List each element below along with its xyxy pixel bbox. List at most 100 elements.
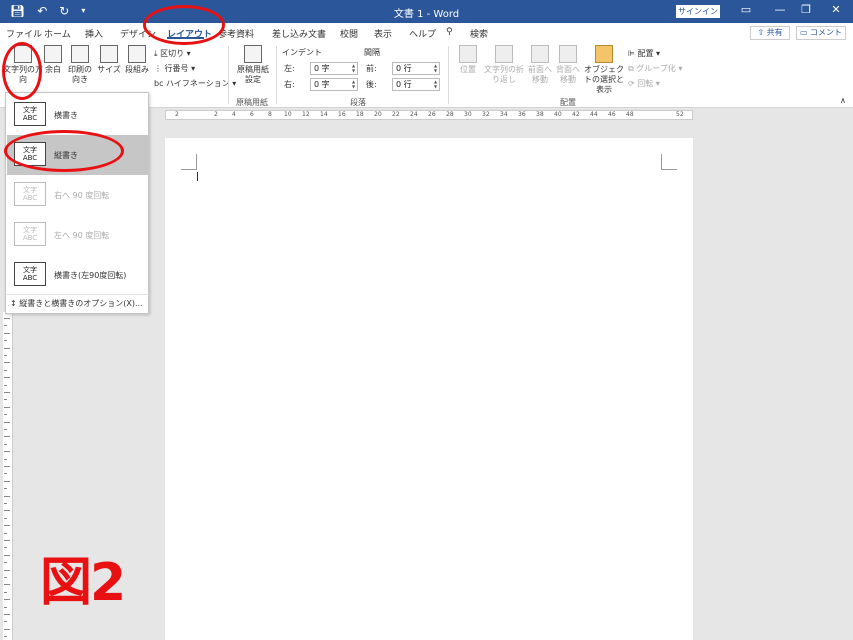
- vertical-ruler-tick: [4, 347, 10, 349]
- tab-insert[interactable]: 挿入: [85, 27, 103, 40]
- vertical-ruler-tick: [4, 421, 10, 423]
- align-icon: ⊫: [628, 49, 638, 58]
- ruler-tick: 28: [446, 111, 454, 118]
- indent-left-input[interactable]: 0 字: [310, 62, 358, 75]
- rotate-button[interactable]: ⟳ 回転 ▾: [628, 78, 660, 89]
- ruler-tick: 6: [250, 111, 254, 118]
- ruler-tick: 38: [536, 111, 544, 118]
- ruler-tick: 24: [410, 111, 418, 118]
- vertical-ruler-tick: [4, 517, 7, 519]
- vertical-ruler-tick: [4, 569, 10, 571]
- vertical-ruler-tick: [4, 503, 7, 504]
- ruler-tick: 8: [268, 111, 272, 118]
- spacing-header: 間隔: [364, 48, 380, 57]
- menu-item-rotate-left[interactable]: 文字 ABC 左へ 90 度回転: [7, 215, 149, 255]
- spacing-after-input[interactable]: 0 行: [392, 78, 440, 91]
- rotate-label: 回転: [637, 79, 654, 88]
- size-button[interactable]: サイズ: [96, 45, 122, 75]
- horizontal-ruler[interactable]: 2 2 4 6 8 10 12 14 16 18 20 22 24 26 28 …: [165, 110, 693, 120]
- text-direction-options-link[interactable]: ↕ 縦書きと横書きのオプション(X)...: [10, 298, 143, 309]
- orientation-label: 印刷の向き: [68, 65, 92, 84]
- position-button[interactable]: 位置: [456, 45, 480, 75]
- close-icon[interactable]: ✕: [826, 3, 846, 16]
- tab-home[interactable]: ホーム: [44, 27, 71, 40]
- horizontal-rotated-text-icon: 文字 ABC: [14, 262, 46, 286]
- restore-icon[interactable]: ❐: [796, 3, 816, 16]
- tab-help[interactable]: ヘルプ: [409, 27, 436, 40]
- arrange-group-label: 配置: [560, 98, 576, 107]
- vertical-ruler-tick: [4, 406, 10, 408]
- menu-item-label: 横書き(左90度回転): [54, 271, 127, 280]
- search-icon[interactable]: ⚲: [446, 27, 453, 37]
- menu-item-horizontal-rotated[interactable]: 文字 ABC 横書き(左90度回転): [7, 255, 149, 295]
- hyphenation-label: ハイフネーション: [166, 79, 230, 88]
- ruler-tick: 16: [338, 111, 346, 118]
- breaks-button[interactable]: ⤓ 区切り ▾: [154, 48, 191, 59]
- orientation-button[interactable]: 印刷の向き: [66, 45, 94, 85]
- hyphenation-button[interactable]: bc ハイフネーション ▾: [154, 78, 236, 89]
- vertical-ruler-tick: [4, 436, 10, 438]
- vertical-ruler-tick: [4, 340, 7, 342]
- tab-review[interactable]: 校閲: [340, 27, 358, 40]
- vertical-ruler-tick: [4, 636, 7, 638]
- vertical-ruler-tick: [4, 532, 7, 534]
- ruler-tick: 40: [554, 111, 562, 118]
- columns-label: 段組み: [125, 65, 149, 74]
- bring-forward-icon: [531, 45, 549, 63]
- vertical-ruler-tick: [4, 443, 7, 445]
- annotation-ring-vertical-option: [4, 130, 124, 172]
- vertical-ruler-tick: [4, 614, 10, 615]
- spacing-before-input[interactable]: 0 行: [392, 62, 440, 75]
- wrap-text-button[interactable]: 文字列の折り返し: [483, 45, 525, 85]
- selection-pane-button[interactable]: オブジェクトの選択と表示: [582, 45, 626, 95]
- bring-forward-button[interactable]: 前面へ移動: [527, 45, 553, 85]
- window-title: 文書 1 - Word: [393, 9, 460, 20]
- comments-button[interactable]: ▭ コメント: [796, 26, 846, 40]
- line-numbers-button[interactable]: ⋮ 行番号 ▾: [154, 63, 195, 74]
- columns-button[interactable]: 段組み: [123, 45, 151, 75]
- margins-button[interactable]: 余白: [42, 45, 64, 75]
- ribbon-display-icon[interactable]: ▭: [736, 3, 756, 16]
- vertical-ruler-tick: [4, 480, 10, 482]
- share-button[interactable]: ⇧ 共有: [750, 26, 790, 40]
- collapse-ribbon-icon[interactable]: ∧: [840, 96, 846, 105]
- indent-right-label: 右:: [284, 80, 295, 89]
- ruler-tick: 44: [590, 111, 598, 118]
- vertical-ruler-tick: [4, 554, 10, 556]
- rotate-icon: ⟳: [628, 79, 638, 88]
- ruler-tick: 2: [214, 111, 218, 118]
- ruler-tick: 10: [284, 111, 292, 118]
- columns-icon: [128, 45, 146, 63]
- size-icon: [100, 45, 118, 63]
- line-numbers-label: 行番号: [164, 64, 189, 73]
- text-cursor: [197, 172, 198, 181]
- document-page[interactable]: [165, 138, 693, 640]
- ruler-tick: 12: [302, 111, 310, 118]
- margins-icon: [44, 45, 62, 63]
- tab-search[interactable]: 検索: [470, 27, 488, 40]
- manuscript-settings-button[interactable]: 原稿用紙設定: [234, 45, 272, 85]
- group-objects-button[interactable]: ⧉ グループ化 ▾: [628, 63, 682, 74]
- tab-mailings[interactable]: 差し込み文書: [272, 27, 326, 40]
- signin-button[interactable]: サインイン: [676, 5, 720, 18]
- send-backward-button[interactable]: 背面へ移動: [555, 45, 581, 85]
- minimize-icon[interactable]: —: [770, 3, 790, 16]
- line-numbers-icon: ⋮: [154, 64, 165, 73]
- vertical-ruler-tick: [4, 414, 7, 416]
- vertical-ruler[interactable]: [3, 312, 13, 640]
- tab-view[interactable]: 表示: [374, 27, 392, 40]
- menu-item-rotate-right[interactable]: 文字 ABC 右へ 90 度回転: [7, 175, 149, 215]
- vertical-ruler-tick: [4, 584, 10, 586]
- crop-mark: [181, 154, 197, 170]
- align-button[interactable]: ⊫ 配置 ▾: [628, 48, 660, 59]
- ruler-tick: 42: [572, 111, 580, 118]
- indent-right-input[interactable]: 0 字: [310, 78, 358, 91]
- send-backward-label: 背面へ移動: [556, 65, 580, 84]
- indent-left-label: 左:: [284, 64, 295, 73]
- tab-file[interactable]: ファイル: [6, 27, 42, 40]
- ribbon-tabs: ファイル ホーム 挿入 デザイン レイアウト 参考資料 差し込み文書 校閲 表示…: [0, 23, 853, 42]
- menu-item-horizontal[interactable]: 文字 ABC 横書き: [7, 95, 149, 135]
- ruler-tick: 48: [626, 111, 634, 118]
- vertical-ruler-tick: [4, 362, 10, 364]
- vertical-ruler-tick: [4, 384, 7, 386]
